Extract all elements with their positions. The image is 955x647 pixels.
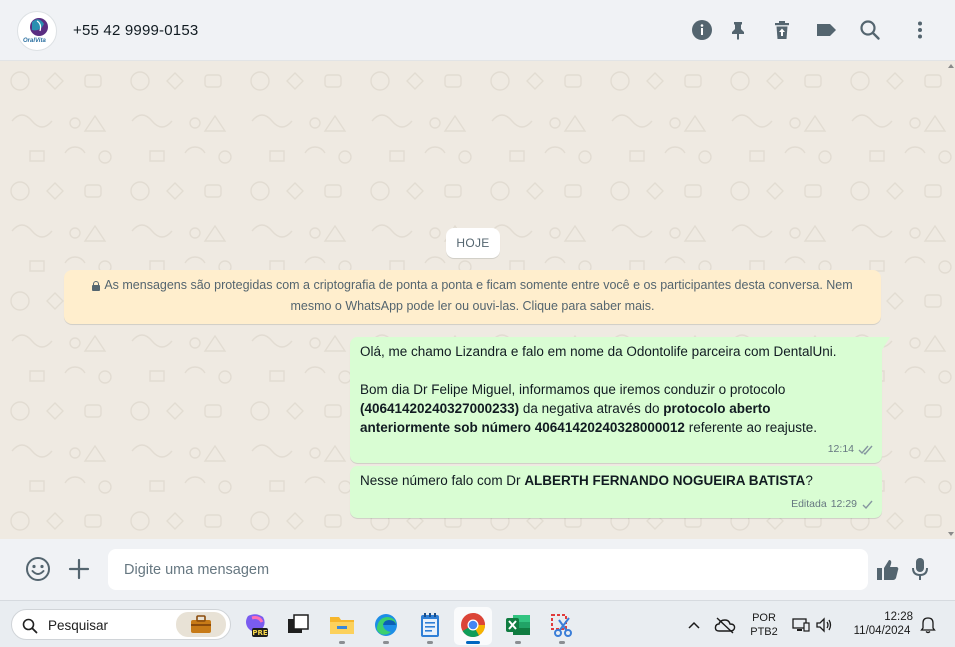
notification-bell-icon[interactable] — [918, 611, 938, 639]
message-bold-text: protocolo aberto — [663, 401, 771, 416]
attach-plus-icon[interactable] — [67, 557, 91, 581]
trash-icon[interactable] — [771, 19, 793, 41]
info-icon[interactable] — [691, 19, 713, 41]
message-text: ? — [805, 473, 813, 488]
chat-header: OralVita +55 42 9999-0153 — [0, 0, 955, 61]
message-composer — [0, 539, 955, 600]
avatar-label: OralVita — [23, 38, 46, 44]
scroll-up-arrow-icon[interactable] — [948, 64, 954, 68]
message-text: da negativa através do — [519, 401, 664, 416]
more-vertical-icon[interactable] — [909, 19, 931, 41]
file-explorer-icon[interactable] — [328, 611, 356, 639]
search-icon[interactable] — [859, 19, 881, 41]
message-time: 12:14 — [827, 443, 854, 455]
svg-text:PRE: PRE — [252, 629, 268, 637]
message-bold-text: anteriormente sob número 406414202403280… — [360, 420, 685, 435]
running-indicator-active — [466, 641, 480, 644]
double-check-icon — [858, 445, 873, 455]
microphone-icon[interactable] — [910, 556, 930, 582]
search-highlight — [176, 612, 226, 637]
message-input[interactable] — [108, 549, 868, 590]
message-line: anteriormente sob número 406414202403280… — [360, 418, 872, 437]
edited-label: Editada — [791, 498, 827, 510]
message-meta: 12:14 — [828, 440, 874, 459]
single-check-icon — [862, 500, 873, 510]
emoji-icon[interactable] — [25, 556, 51, 582]
message-meta: Editada 12:29 — [791, 495, 874, 514]
excel-icon[interactable] — [504, 611, 532, 639]
thumbs-up-icon[interactable] — [875, 557, 901, 583]
notepad-icon[interactable] — [416, 611, 444, 639]
network-icon[interactable] — [791, 611, 811, 639]
lock-icon — [92, 281, 101, 291]
message-text: referente ao reajuste. — [684, 420, 818, 435]
chrome-icon[interactable] — [459, 611, 487, 639]
message-bubble-outgoing[interactable]: Olá, me chamo Lizandra e falo em nome da… — [350, 337, 890, 463]
onedrive-offline-icon[interactable] — [713, 611, 737, 639]
message-bubble-outgoing[interactable]: Nesse número falo com Dr ALBERTH FERNAND… — [350, 466, 882, 518]
date-divider: HOJE — [446, 228, 500, 258]
running-indicator — [383, 641, 389, 644]
message-line: Bom dia Dr Felipe Miguel, informamos que… — [360, 382, 786, 397]
running-indicator — [427, 641, 433, 644]
encryption-notice[interactable]: As mensagens são protegidas com a cripto… — [64, 270, 881, 324]
message-text: Nesse número falo com Dr — [360, 473, 525, 488]
protocol-number: (40641420240327000233) — [360, 401, 520, 416]
encryption-notice-line2: mesmo o WhatsApp pode ler ou ouvi-las. C… — [290, 299, 655, 313]
chevron-up-icon[interactable] — [684, 611, 704, 639]
running-indicator — [339, 641, 345, 644]
doctor-name: ALBERTH FERNANDO NOGUEIRA BATISTA — [524, 473, 806, 488]
scroll-down-arrow-icon[interactable] — [948, 532, 954, 536]
oralvita-logo-icon — [30, 18, 48, 36]
label-icon[interactable] — [815, 19, 837, 41]
copilot-pre-icon[interactable]: PRE — [242, 611, 270, 639]
chat-scrollbar[interactable] — [947, 61, 955, 539]
contact-name[interactable]: +55 42 9999-0153 — [73, 22, 198, 39]
language-indicator[interactable]: POR PTB2 — [745, 611, 783, 639]
edge-icon[interactable] — [372, 611, 400, 639]
volume-icon[interactable] — [814, 611, 834, 639]
pin-icon[interactable] — [727, 19, 749, 41]
clock[interactable]: 12:28 11/04/2024 — [846, 610, 918, 638]
chat-area[interactable]: HOJE As mensagens são protegidas com a c… — [0, 61, 955, 539]
running-indicator — [515, 641, 521, 644]
task-view-icon[interactable] — [284, 611, 312, 639]
message-line: (40641420240327000233) da negativa atrav… — [360, 399, 872, 418]
taskbar-search[interactable]: Pesquisar — [11, 609, 231, 640]
running-indicator — [559, 641, 565, 644]
taskbar-search-placeholder: Pesquisar — [48, 618, 109, 633]
encryption-notice-line1: As mensagens são protegidas com a cripto… — [104, 278, 853, 292]
search-icon — [22, 618, 38, 634]
language-code: POR — [752, 612, 776, 624]
message-line: Olá, me chamo Lizandra e falo em nome da… — [360, 344, 837, 359]
message-time: 12:29 — [830, 498, 857, 510]
windows-taskbar: Pesquisar PRE POR PTB2 12:28 11/04/2024 — [0, 600, 955, 647]
snipping-tool-icon[interactable] — [548, 611, 576, 639]
message-line: Nesse número falo com Dr ALBERTH FERNAND… — [360, 471, 872, 490]
briefcase-icon — [191, 615, 211, 633]
bubble-tail — [882, 337, 890, 350]
clock-date: 11/04/2024 — [853, 625, 911, 637]
avatar[interactable]: OralVita — [17, 11, 57, 51]
clock-time: 12:28 — [884, 611, 913, 623]
keyboard-layout: PTB2 — [750, 626, 778, 638]
